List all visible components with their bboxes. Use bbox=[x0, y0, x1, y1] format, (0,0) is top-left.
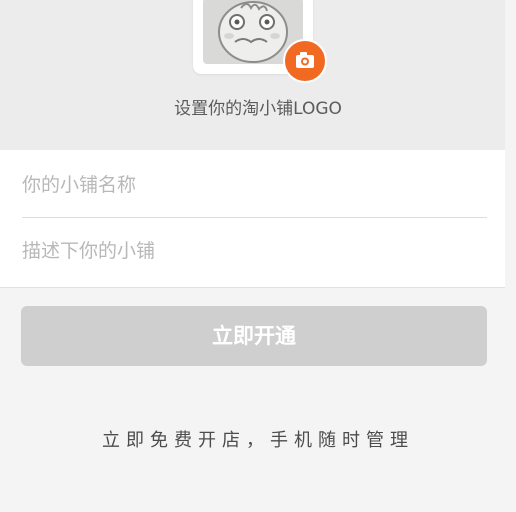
logo-section: 设置你的淘小铺LOGO bbox=[0, 0, 505, 150]
logo-caption: 设置你的淘小铺LOGO bbox=[174, 99, 342, 119]
open-shop-screen: 设置你的淘小铺LOGO 你的小铺名称 描述下你的小铺 立即开通 立即免费开店，手… bbox=[0, 0, 516, 512]
form-divider bbox=[0, 287, 505, 288]
shop-description-input[interactable]: 描述下你的小铺 bbox=[22, 218, 487, 284]
shop-form: 你的小铺名称 描述下你的小铺 bbox=[0, 150, 505, 287]
slogan-text: 立即免费开店，手机随时管理 bbox=[102, 430, 414, 451]
camera-icon bbox=[296, 52, 314, 68]
camera-button[interactable] bbox=[283, 39, 327, 83]
shop-name-input[interactable]: 你的小铺名称 bbox=[22, 152, 487, 218]
open-shop-button[interactable]: 立即开通 bbox=[21, 306, 487, 366]
